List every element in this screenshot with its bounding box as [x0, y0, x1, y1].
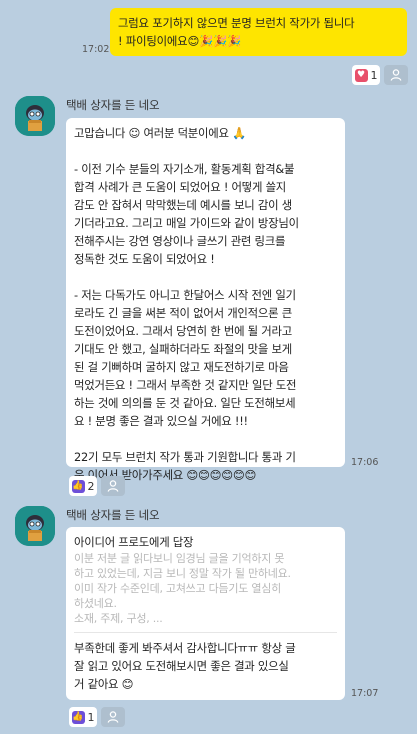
thumbs-up-icon: 👍 — [71, 479, 85, 493]
add-reaction-button[interactable] — [384, 65, 408, 85]
message-line: 정독한 것도 도움이 되었어요 ! — [74, 252, 215, 266]
person-icon — [107, 711, 119, 723]
heart-icon: ♥ — [354, 68, 368, 82]
message-line: - 이전 기수 분들의 자기소개, 활동계획 합격&불 — [74, 162, 295, 176]
like-reaction-chip[interactable]: 👍 2 — [69, 476, 97, 496]
message-line: 하는 것에 의의를 둔 것 같아요. 일단 도전해보세 — [74, 396, 296, 410]
reaction-count: 1 — [370, 68, 378, 82]
thumbs-up-icon: 👍 — [71, 710, 85, 724]
message-line: - 저는 다독가도 아니고 한달어스 시작 전엔 일기 — [74, 288, 296, 302]
reply-divider — [74, 632, 337, 633]
quote-line: 이분 저분 글 읽다보니 임경님 글을 기억하지 못 — [74, 552, 285, 565]
message-line: 요 ! 분명 좋은 결과 있으실 거에요 !!! — [74, 414, 248, 428]
message-timestamp: 17:02 — [82, 44, 110, 55]
message-line: 고맙습니다 ☺ 여러분 덕분이에요 🙏 — [74, 126, 247, 140]
add-reaction-button[interactable] — [101, 476, 125, 496]
person-icon — [107, 480, 119, 492]
message-line: 먹었거든요 ! 그래서 부족한 것 같지만 일단 도전 — [74, 378, 297, 392]
quoted-message[interactable]: 이분 저분 글 읽다보니 임경님 글을 기억하지 못 하고 있었는데, 지금 보… — [74, 551, 337, 626]
incoming-message-bubble[interactable]: 고맙습니다 ☺ 여러분 덕분이에요 🙏 - 이전 기수 분들의 자기소개, 활동… — [66, 118, 345, 482]
avatar[interactable] — [15, 506, 55, 546]
reply-target-label: 아이디어 프로도에게 답장 — [74, 535, 194, 549]
add-reaction-button[interactable] — [101, 707, 125, 727]
message-line: 기대도 안 했고, 실패하더라도 좌절의 맛을 보게 — [74, 342, 292, 356]
message-line: 부족한데 좋게 봐주셔서 감사합니다ㅠㅠ 항상 글 — [74, 641, 296, 655]
message-timestamp: 17:06 — [351, 457, 379, 468]
outgoing-message-line: ! 파이팅이에요😊🎉🎉🎉 — [118, 34, 242, 48]
reaction-count: 1 — [87, 710, 95, 724]
heart-reaction-chip[interactable]: ♥ 1 — [352, 65, 380, 85]
neo-avatar-icon — [15, 506, 55, 546]
message-line: 전해주시는 강연 영상이나 글쓰기 관련 링크를 — [74, 234, 286, 248]
message-timestamp: 17:07 — [351, 688, 379, 699]
avatar[interactable] — [15, 96, 55, 136]
quote-line: 이미 작가 수준인데, 고쳐쓰고 다듬기도 열심히 — [74, 582, 282, 595]
message-line: 거 같아요 😊 — [74, 677, 134, 691]
reaction-count: 2 — [87, 479, 95, 493]
message-line: 로라도 긴 글을 써본 적이 없어서 개인적으론 큰 — [74, 306, 292, 320]
quote-line: 하셨네요. — [74, 597, 117, 610]
message-line: 잘 읽고 있어요 도전해보시면 좋은 결과 있으실 — [74, 659, 289, 673]
person-icon — [390, 69, 402, 81]
message-line: 감도 안 잡혀서 막막했는데 예시를 보니 감이 생 — [74, 198, 292, 212]
message-line: 도전이었어요. 그래서 당연히 한 번에 될 거라고 — [74, 324, 292, 338]
sender-name: 택배 상자를 든 네오 — [66, 98, 160, 112]
like-reaction-chip[interactable]: 👍 1 — [69, 707, 97, 727]
message-line: 22기 모두 브런치 작가 통과 기원합니다 통과 기 — [74, 450, 296, 464]
message-line: 기더라고요. 그리고 매일 가이드와 같이 방장님이 — [74, 216, 299, 230]
quote-line: 하고 있었는데, 지금 보니 정말 작가 될 만하네요. — [74, 567, 291, 580]
outgoing-message-line: 그럼요 포기하지 않으면 분명 브런치 작가가 됩니다 — [118, 16, 355, 30]
outgoing-message-bubble[interactable]: 그럼요 포기하지 않으면 분명 브런치 작가가 됩니다 ! 파이팅이에요😊🎉🎉🎉 — [110, 8, 407, 56]
reply-message-bubble[interactable]: 아이디어 프로도에게 답장 이분 저분 글 읽다보니 임경님 글을 기억하지 못… — [66, 527, 345, 700]
neo-avatar-icon — [15, 96, 55, 136]
quote-line: 소재, 주제, 구성, ... — [74, 612, 163, 625]
message-line: 된 걸 기뻐하며 굴하지 않고 재도전하기로 마음 — [74, 360, 289, 374]
message-line: 합격 사례가 큰 도움이 되었어요 ! 어떻게 쓸지 — [74, 180, 287, 194]
sender-name: 택배 상자를 든 네오 — [66, 508, 160, 522]
